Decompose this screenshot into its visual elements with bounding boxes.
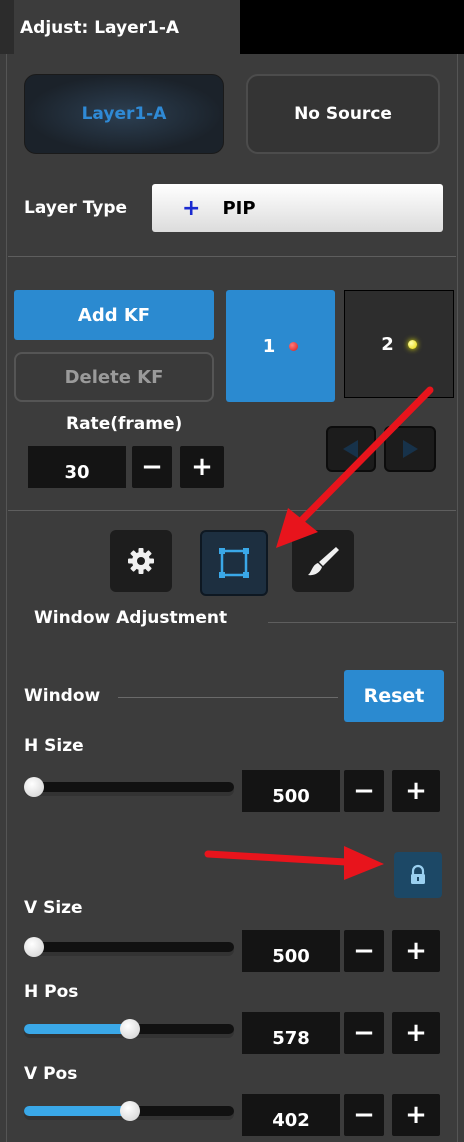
h-pos-minus-button[interactable]: −: [344, 1012, 384, 1054]
slider-knob[interactable]: [120, 1019, 140, 1039]
keyframe-red-dot-icon: [289, 341, 299, 351]
panel-title: Adjust: Layer1-A: [20, 18, 180, 38]
h-size-value[interactable]: 500: [242, 770, 340, 812]
slider-fill: [24, 1106, 129, 1116]
v-size-plus-button[interactable]: +: [392, 930, 440, 972]
reset-button[interactable]: Reset: [344, 670, 444, 722]
section-title: Window Adjustment: [34, 608, 228, 628]
window-adjustment-tab[interactable]: [200, 530, 268, 596]
keyframe-1-button[interactable]: 1: [226, 290, 335, 402]
h-size-minus-button[interactable]: −: [344, 770, 384, 812]
add-keyframe-button[interactable]: Add KF: [14, 290, 214, 340]
divider: [8, 256, 456, 257]
v-pos-label: V Pos: [24, 1064, 78, 1084]
v-pos-plus-button[interactable]: +: [392, 1094, 440, 1136]
window-label: Window: [24, 686, 101, 706]
prev-keyframe-button[interactable]: [326, 426, 376, 472]
v-pos-value[interactable]: 402: [242, 1094, 340, 1136]
keyframe-yellow-dot-icon: [407, 339, 417, 349]
divider: [8, 510, 456, 511]
brush-tab[interactable]: [292, 530, 354, 592]
divider: [268, 622, 456, 623]
v-size-slider[interactable]: [24, 932, 234, 962]
slider-track: [24, 942, 234, 952]
gear-icon: [128, 548, 154, 574]
aspect-lock-button[interactable]: [394, 852, 442, 898]
slider-knob[interactable]: [24, 937, 44, 957]
h-size-slider[interactable]: [24, 772, 234, 802]
slider-knob[interactable]: [24, 777, 44, 797]
h-pos-value[interactable]: 578: [242, 1012, 340, 1054]
h-size-plus-button[interactable]: +: [392, 770, 440, 812]
keyframe-1-label: 1: [262, 335, 276, 357]
h-size-label: H Size: [24, 736, 84, 756]
v-size-minus-button[interactable]: −: [344, 930, 384, 972]
v-size-label: V Size: [24, 898, 83, 918]
plus-icon: +: [182, 195, 201, 221]
crop-frame-icon: [219, 548, 249, 578]
lock-icon: [411, 864, 425, 884]
layer-type-label: Layer Type: [24, 198, 128, 218]
h-pos-plus-button[interactable]: +: [392, 1012, 440, 1054]
slider-knob[interactable]: [120, 1101, 140, 1121]
rate-value-field[interactable]: 30: [28, 446, 126, 488]
slider-track: [24, 782, 234, 792]
layer-type-value: PIP: [222, 197, 256, 219]
rate-plus-button[interactable]: +: [180, 446, 224, 488]
brush-icon: [308, 547, 339, 576]
keyframe-2-label: 2: [381, 333, 394, 355]
rate-minus-button[interactable]: −: [132, 446, 172, 488]
triangle-right-icon: [403, 440, 418, 458]
next-keyframe-button[interactable]: [384, 426, 436, 472]
rate-label: Rate(frame): [66, 414, 183, 434]
layer-type-select[interactable]: + PIP: [152, 184, 443, 232]
divider: [118, 697, 338, 698]
settings-tab[interactable]: [110, 530, 172, 592]
delete-keyframe-button[interactable]: Delete KF: [14, 352, 214, 402]
v-pos-minus-button[interactable]: −: [344, 1094, 384, 1136]
no-source-button[interactable]: No Source: [246, 74, 440, 154]
h-pos-slider[interactable]: [24, 1014, 234, 1044]
title-bar-filler: [240, 0, 464, 54]
v-size-value[interactable]: 500: [242, 930, 340, 972]
v-pos-slider[interactable]: [24, 1096, 234, 1126]
keyframe-2-button[interactable]: 2: [344, 290, 454, 398]
slider-fill: [24, 1024, 129, 1034]
layer-source-button[interactable]: Layer1-A: [24, 74, 224, 154]
h-pos-label: H Pos: [24, 982, 79, 1002]
triangle-left-icon: [343, 440, 358, 458]
